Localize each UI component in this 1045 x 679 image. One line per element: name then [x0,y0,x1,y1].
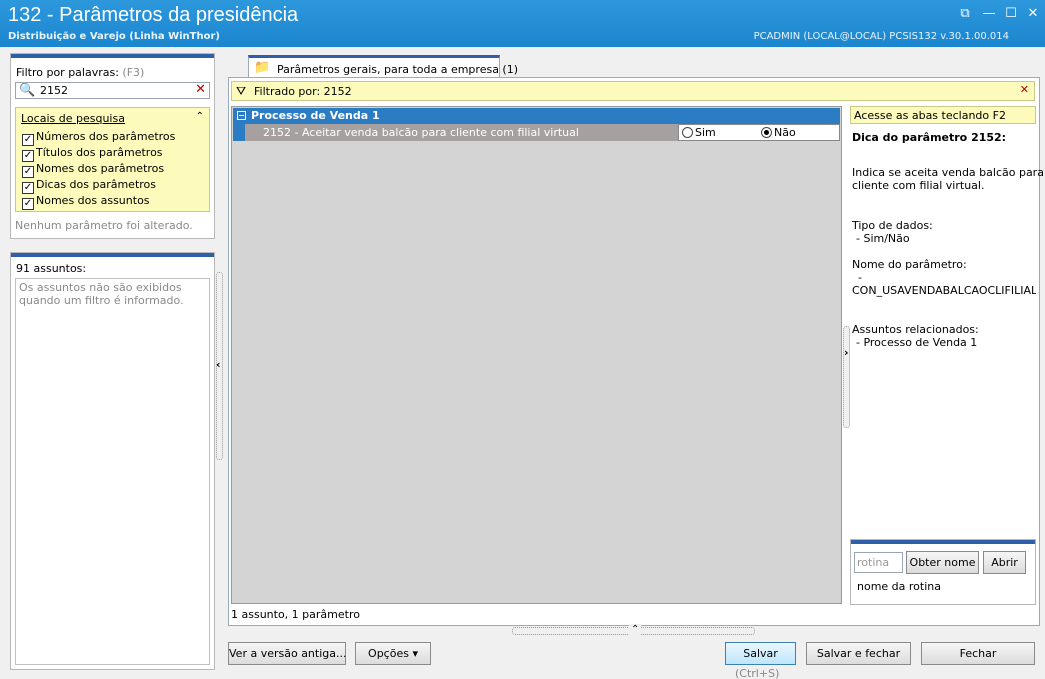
search-input[interactable]: 🔍 2152 ✕ [15,82,210,99]
main-panel: ⛛ Filtrado por: 2152 ✕ − Processo de Ven… [228,77,1044,626]
topics-panel: 91 assuntos: Os assuntos não são exibido… [10,252,215,670]
parameters-grid: − Processo de Venda 1 2152 - Aceitar ven… [231,106,842,604]
routine-name: nome da rotina [857,580,941,593]
hint-description-2: cliente com filial virtual. [852,179,985,192]
topics-message: Os assuntos não são exibidos quando um f… [19,281,184,307]
checkbox-topic-names[interactable]: ✓ Nomes dos assuntos [22,194,208,210]
checkbox-label: Nomes dos parâmetros [36,162,165,175]
close-button[interactable]: ✕ [1024,5,1042,23]
radio-selected-icon[interactable] [761,127,772,138]
tab-label: Parâmetros gerais, para toda a empresa (… [277,63,519,76]
user-info: PCADMIN (LOCAL@LOCAL) PCSIS132 v.30.1.00… [753,31,1009,42]
filter-bar: ⛛ Filtrado por: 2152 ✕ [231,81,1035,101]
checkbox-icon[interactable]: ✓ [22,182,34,194]
chevron-up-icon[interactable]: ⌃ [629,624,642,635]
search-value[interactable]: 2152 [40,84,68,97]
chevron-right-icon[interactable]: › [844,346,849,359]
search-icon: 🔍 [19,83,36,98]
status-text: 1 assunto, 1 parâmetro [231,608,360,621]
radio-sim[interactable]: Sim [682,126,716,139]
search-locations-box: Locais de pesquisa ⌃ ✓ Números dos parâme… [15,107,210,212]
title-bar: 132 - Parâmetros da presidência Distribu… [0,0,1045,47]
row-gutter [233,124,245,141]
checkbox-icon[interactable]: ✓ [22,134,34,146]
checkbox-label: Números dos parâmetros [36,130,176,143]
hint-param-name-dash: - [858,271,862,284]
folder-icon: 📁 [254,60,271,75]
open-button[interactable]: Abrir [983,551,1026,574]
hint-related-label: Assuntos relacionados: [852,323,979,336]
checkbox-icon[interactable]: ✓ [22,198,34,210]
hint-title: Dica do parâmetro 2152: [852,131,1007,144]
radio-nao[interactable]: Não [761,126,796,139]
close-window-button[interactable]: Fechar [921,642,1035,665]
group-row[interactable]: − Processo de Venda 1 [233,108,840,124]
clear-filter-icon[interactable]: ✕ [1020,83,1029,96]
hint-description-1: Indica se aceita venda balcão para [852,166,1044,179]
topics-count: 91 assuntos: [16,262,87,275]
save-button[interactable]: Salvar [725,642,796,665]
checkbox-param-numbers[interactable]: ✓ Números dos parâmetros [22,130,208,146]
checkbox-param-names[interactable]: ✓ Nomes dos parâmetros [22,162,208,178]
routine-input[interactable]: rotina [854,552,903,573]
checkbox-label: Títulos dos parâmetros [36,146,163,159]
no-change-message: Nenhum parâmetro foi alterado. [15,219,193,232]
search-locations-header[interactable]: Locais de pesquisa [21,112,125,125]
collapse-icon[interactable]: ⌃ [196,111,204,122]
panel-top-bar [851,540,1035,544]
filter-text: Filtrado por: 2152 [254,85,352,98]
checkbox-label: Dicas dos parâmetros [36,178,157,191]
tip-bar: Acesse as abas teclando F2 [850,106,1036,124]
checkbox-label: Nomes dos assuntos [36,194,150,207]
minimize-button[interactable]: — [980,5,998,23]
window-title: 132 - Parâmetros da presidência [8,4,299,26]
radio-icon[interactable] [682,127,693,138]
group-label: Processo de Venda 1 [251,109,380,122]
hint-related-value: - Processo de Venda 1 [856,336,978,349]
get-name-button[interactable]: Obter nome [906,551,979,574]
hint-param-name-value: CON_USAVENDABALCAOCLIFILIALVIF [852,284,1036,297]
old-version-button[interactable]: Ver a versão antiga... [228,642,347,665]
tab-strip: 📁 Parâmetros gerais, para toda a empresa… [228,52,1038,79]
tip-text: Acesse as abas teclando F2 [854,109,1006,122]
filter-label: Filtro por palavras: (F3) [16,66,144,79]
panel-top-bar [11,253,214,257]
collapse-group-icon[interactable]: − [237,111,246,120]
topics-list[interactable]: Os assuntos não são exibidos quando um f… [15,278,210,665]
parameter-label: 2152 - Aceitar venda balcão para cliente… [263,126,579,139]
parameter-row[interactable]: 2152 - Aceitar venda balcão para cliente… [233,124,840,141]
checkbox-icon[interactable]: ✓ [22,166,34,178]
restore-icon[interactable]: ⧉ [956,5,974,23]
radio-nao-label: Não [774,126,796,139]
filter-icon: ⛛ [236,84,247,98]
options-button[interactable]: Opções ▾ [355,642,431,665]
right-splitter[interactable] [843,326,850,428]
hint-data-type-value: - Sim/Não [856,232,910,245]
checkbox-param-titles[interactable]: ✓ Títulos dos parâmetros [22,146,208,162]
parameter-value-cell: Sim Não [678,124,840,141]
checkbox-icon[interactable]: ✓ [22,150,34,162]
maximize-button[interactable]: ☐ [1002,5,1020,23]
save-shortcut: (Ctrl+S) [735,667,780,679]
radio-sim-label: Sim [695,126,716,139]
clear-search-icon[interactable]: ✕ [195,82,206,97]
filter-shortcut: (F3) [122,66,145,79]
routine-box: rotina Obter nome Abrir nome da rotina [850,539,1036,605]
hint-data-type-label: Tipo de dados: [852,219,933,232]
hint-pane: Acesse as abas teclando F2 Dica do parâm… [850,106,1044,626]
save-close-button[interactable]: Salvar e fechar [806,642,911,665]
hint-param-name-label: Nome do parâmetro: [852,258,967,271]
chevron-left-icon[interactable]: ‹ [216,358,221,371]
window-subtitle: Distribuição e Varejo (Linha WinThor) [8,31,220,42]
tab-general-params[interactable]: 📁 Parâmetros gerais, para toda a empresa… [248,55,518,79]
filter-panel: Filtro por palavras: (F3) 🔍 2152 ✕ Locai… [10,53,215,239]
filter-label-text: Filtro por palavras: [16,66,119,79]
panel-top-bar [11,54,214,58]
checkbox-param-tips[interactable]: ✓ Dicas dos parâmetros [22,178,208,194]
